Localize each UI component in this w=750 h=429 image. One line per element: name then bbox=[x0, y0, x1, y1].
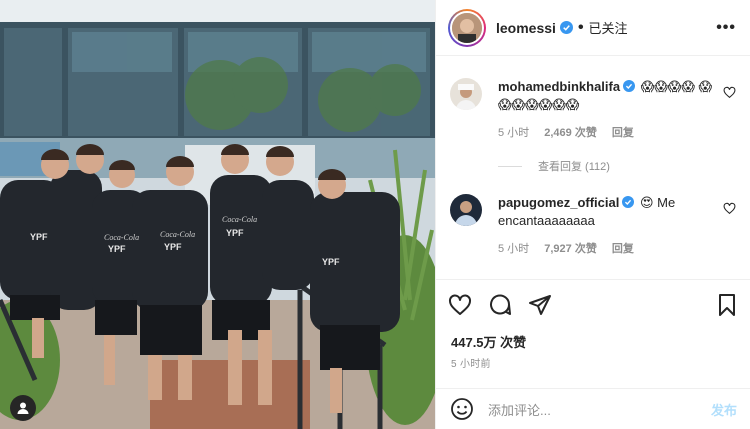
post-header: leomessi • 已关注 ••• bbox=[436, 0, 750, 56]
post-action-bar bbox=[436, 279, 750, 329]
replies-divider bbox=[498, 165, 522, 167]
emoji-picker-icon[interactable] bbox=[450, 397, 474, 421]
view-replies-link[interactable]: 查看回复 (112) bbox=[498, 158, 736, 174]
post-comment-button[interactable]: 发布 bbox=[711, 400, 737, 419]
comment-meta: 5 小时 7,927 次赞 回复 bbox=[498, 240, 714, 258]
save-bookmark-icon[interactable] bbox=[715, 293, 739, 317]
post-side-panel: leomessi • 已关注 ••• mohamedbinkhalifa 😱😱😱… bbox=[435, 0, 750, 429]
shirt-sponsor-label: YPF bbox=[226, 228, 244, 238]
comment-body: papugomez_official 😍 Me encantaaaaaaaa 5… bbox=[498, 194, 714, 258]
like-heart-icon[interactable] bbox=[448, 293, 472, 317]
comment-likes-count[interactable]: 2,469 次赞 bbox=[544, 127, 597, 139]
comment-time: 5 小时 bbox=[498, 127, 530, 139]
author-avatar[interactable] bbox=[448, 8, 486, 47]
share-paper-plane-icon[interactable] bbox=[528, 293, 552, 317]
comments-list: mohamedbinkhalifa 😱😱😱😱 😱😱😱😱😱😱😱 5 小时 2,46… bbox=[436, 78, 750, 258]
post-timestamp[interactable]: 5 小时前 bbox=[451, 355, 491, 370]
commenter-avatar[interactable] bbox=[450, 194, 482, 226]
verified-badge-icon bbox=[623, 80, 636, 92]
tagged-users-icon[interactable] bbox=[10, 395, 36, 421]
shirt-sponsor-label: YPF bbox=[108, 244, 126, 254]
follow-status-button[interactable]: 已关注 bbox=[589, 18, 628, 37]
verified-badge-icon bbox=[559, 21, 573, 34]
comment-item: papugomez_official 😍 Me encantaaaaaaaa 5… bbox=[450, 194, 736, 258]
shirt-sponsor-label: YPF bbox=[322, 257, 340, 267]
comment-bubble-icon[interactable] bbox=[488, 293, 512, 317]
separator-dot: • bbox=[577, 18, 584, 36]
reply-button[interactable]: 回复 bbox=[612, 127, 634, 139]
comment-likes-count[interactable]: 7,927 次赞 bbox=[544, 243, 597, 255]
chest-sponsor-label: Coca-Cola bbox=[160, 230, 195, 239]
comment-body: mohamedbinkhalifa 😱😱😱😱 😱😱😱😱😱😱😱 5 小时 2,46… bbox=[498, 78, 714, 142]
add-comment-bar: 添加评论... 发布 bbox=[436, 388, 750, 429]
like-comment-heart-icon[interactable] bbox=[723, 86, 736, 99]
more-options-icon[interactable]: ••• bbox=[716, 19, 736, 37]
comment-time: 5 小时 bbox=[498, 243, 530, 255]
shirt-sponsor-label: YPF bbox=[164, 242, 182, 252]
chest-sponsor-label: Coca-Cola bbox=[104, 233, 139, 242]
verified-badge-icon bbox=[622, 196, 635, 208]
view-replies-label: 查看回复 (112) bbox=[538, 161, 610, 173]
commenter-username[interactable]: papugomez_official bbox=[498, 195, 619, 210]
comment-meta: 5 小时 2,469 次赞 回复 bbox=[498, 124, 714, 142]
comment-item: mohamedbinkhalifa 😱😱😱😱 😱😱😱😱😱😱😱 5 小时 2,46… bbox=[450, 78, 736, 142]
author-username[interactable]: leomessi bbox=[496, 20, 556, 36]
post-likes-count[interactable]: 447.5万 次赞 bbox=[451, 332, 526, 351]
post-photo[interactable]: YPF YPF YPF YPF YPF Coca-Cola Coca-Cola … bbox=[0, 0, 435, 429]
team-photo-image: YPF YPF YPF YPF YPF Coca-Cola Coca-Cola … bbox=[0, 0, 435, 429]
like-comment-heart-icon[interactable] bbox=[723, 202, 736, 215]
chest-sponsor-label: Coca-Cola bbox=[222, 215, 257, 224]
reply-button[interactable]: 回复 bbox=[612, 243, 634, 255]
shirt-sponsor-label: YPF bbox=[30, 232, 48, 242]
commenter-username[interactable]: mohamedbinkhalifa bbox=[498, 79, 620, 94]
commenter-avatar[interactable] bbox=[450, 78, 482, 110]
comment-input[interactable]: 添加评论... bbox=[488, 400, 711, 419]
